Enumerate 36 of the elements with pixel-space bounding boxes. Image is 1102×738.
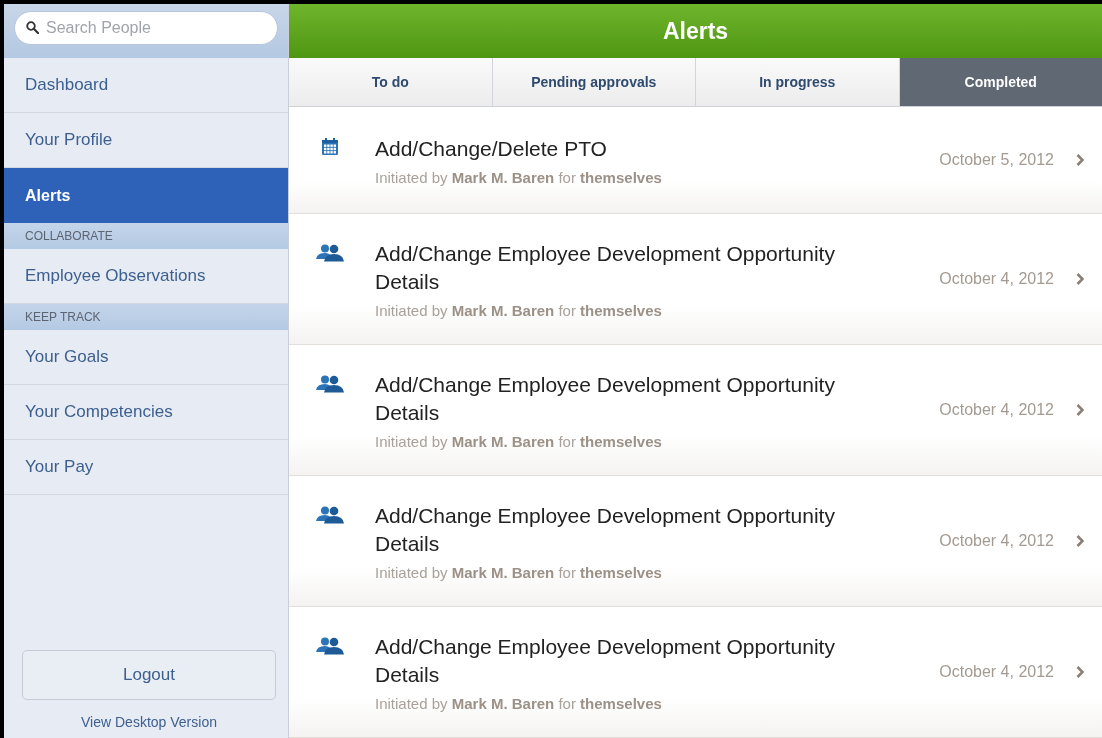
alert-subtitle: Initiated by Mark M. Baren for themselves [375, 168, 663, 186]
section-header: COLLABORATE [4, 223, 288, 249]
alert-title: Add/Change Employee Development Opportunity Details [375, 240, 836, 295]
tab[interactable]: In progress [696, 58, 900, 106]
alert-title: Add/Change Employee Development Opportunity Details [375, 371, 836, 426]
alert-date: October 4, 2012 [939, 663, 1054, 681]
alert-title: Add/Change Employee Development Opportunity Details [375, 633, 836, 688]
alert-date: October 4, 2012 [939, 532, 1054, 550]
chevron-right-icon [1076, 154, 1084, 166]
sidebar-item[interactable]: Alerts [4, 168, 288, 223]
alert-date: October 4, 2012 [939, 270, 1054, 288]
alert-subtitle: Initiated by Mark M. Baren for themselves [375, 432, 663, 450]
chevron-right-icon [1076, 273, 1084, 285]
search-icon [26, 21, 39, 34]
alert-title: Add/Change Employee Development Opportunity Details [375, 502, 836, 557]
chevron-right-icon [1076, 535, 1084, 547]
people-icon [315, 637, 345, 655]
alert-subtitle: Initiated by Mark M. Baren for themselves [375, 694, 663, 712]
header-title: Alerts [289, 4, 1102, 58]
tab[interactable]: Pending approvals [492, 58, 696, 106]
alert-subtitle: Initiated by Mark M. Baren for themselves [375, 563, 663, 581]
desktop-link[interactable]: View Desktop Version [81, 714, 217, 730]
alert-date: October 4, 2012 [939, 401, 1054, 419]
tab[interactable]: To do [289, 58, 493, 106]
alert-title: Add/Change/Delete PTO [375, 135, 608, 162]
alert-subtitle: Initiated by Mark M. Baren for themselves [375, 301, 663, 319]
people-icon [315, 375, 345, 393]
section-header: KEEP TRACK [4, 304, 288, 330]
tab[interactable]: Completed [899, 58, 1102, 106]
people-icon [315, 244, 345, 262]
logout-button[interactable]: Logout [22, 650, 276, 700]
alert-date: October 5, 2012 [939, 151, 1054, 169]
people-icon [315, 506, 345, 524]
chevron-right-icon [1076, 666, 1084, 678]
chevron-right-icon [1076, 404, 1084, 416]
search-field[interactable]: Search People [14, 11, 278, 45]
